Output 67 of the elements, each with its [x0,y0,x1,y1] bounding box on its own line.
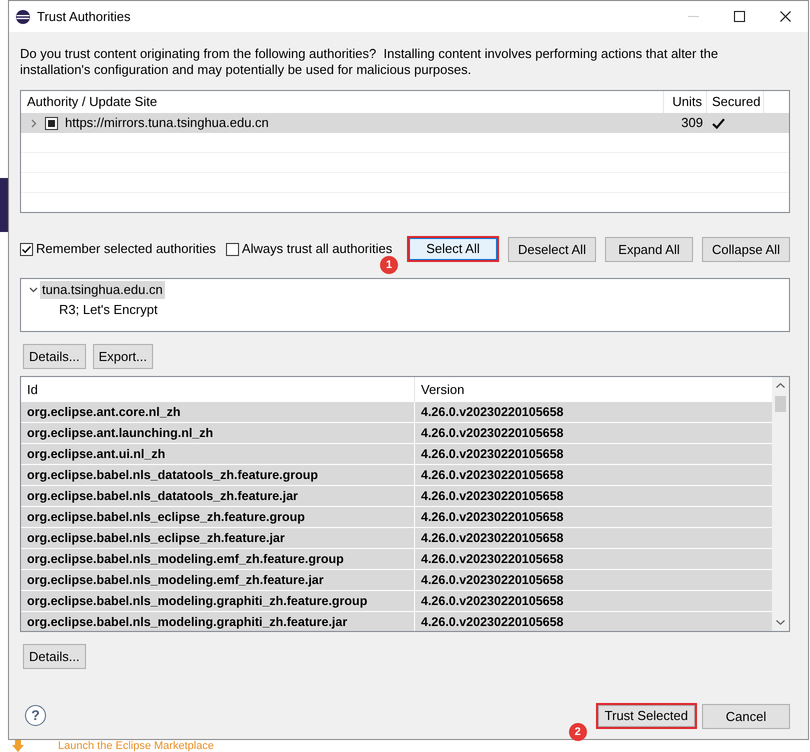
table-cell: org.eclipse.babel.nls_modeling.graphiti_zh.feature.group [21,591,415,611]
table-cell: org.eclipse.ant.launching.nl_zh [21,423,415,443]
checkbox[interactable] [45,116,58,130]
units-count: 309 [680,115,704,131]
table-cell-text: 4.26.0.v20230220105658 [420,467,565,484]
table-cell: org.eclipse.ant.core.nl_zh [21,402,415,422]
maximize-icon[interactable] [734,11,744,22]
table-cell-text: 4.26.0.v20230220105658 [420,425,565,442]
app-logo-icon [16,10,30,24]
scrollbar[interactable] [772,377,789,631]
chevron-down-icon[interactable] [28,287,38,293]
table-row[interactable]: org.eclipse.babel.nls_eclipse_zh.feature.jar 4.26.0.v20230220105658 [21,528,772,549]
table-cell: org.eclipse.babel.nls_modeling.emf_zh.feature.group [21,549,415,569]
table-row[interactable]: org.eclipse.ant.ui.nl_zh 4.26.0.v20230220105658 [21,444,772,465]
push-button[interactable]: Deselect All [508,236,596,262]
table-row[interactable]: org.eclipse.babel.nls_modeling.emf_zh.feature.jar 4.26.0.v20230220105658 [21,570,772,591]
help-button[interactable]: ? [25,704,46,726]
push-button[interactable]: Cancel [702,704,790,728]
site-url: https://mirrors.tuna.tsinghua.edu.cn [65,115,269,131]
table-cell: org.eclipse.ant.ui.nl_zh [21,444,415,464]
table-row[interactable]: org.eclipse.ant.core.nl_zh 4.26.0.v20230220105658 [21,402,772,423]
table-cell-text: 4.26.0.v20230220105658 [420,530,565,547]
table-row[interactable]: https://mirrors.tuna.tsinghua.edu.cn 309 [21,113,789,133]
table-cell-text: 4.26.0.v20230220105658 [420,509,565,526]
push-button[interactable]: Details... [23,644,86,669]
close-icon[interactable] [780,11,790,22]
arrow-icon [12,740,24,752]
scrollbar-thumb[interactable] [775,396,786,412]
table-row[interactable]: org.eclipse.babel.nls_datatools_zh.feature.jar 4.26.0.v20230220105658 [21,486,772,507]
table-cell-text: 4.26.0.v20230220105658 [420,614,565,631]
checkbox-label[interactable]: Remember selected authorities [36,241,216,257]
push-button[interactable]: Trust Selected [598,705,695,727]
table-row[interactable]: org.eclipse.babel.nls_modeling.emf_zh.feature.group 4.26.0.v20230220105658 [21,549,772,570]
table-row[interactable]: org.eclipse.babel.nls_modeling.graphiti_zh.feature.group 4.26.0.v20230220105658 [21,591,772,612]
step-number-badge: 2 [568,723,587,741]
step-number-badge: 1 [380,256,398,274]
background-banner [0,178,8,232]
table-cell: org.eclipse.babel.nls_modeling.graphiti_zh.feature.jar [21,612,415,631]
table-cell-text: 4.26.0.v20230220105658 [420,488,565,505]
table-cell: org.eclipse.babel.nls_modeling.emf_zh.feature.jar [21,570,415,590]
table-cell-text: 4.26.0.v20230220105658 [420,446,565,463]
table-cell: org.eclipse.babel.nls_datatools_zh.feature.jar [21,486,415,506]
table-cell-text: 4.26.0.v20230220105658 [420,572,565,589]
push-button[interactable]: Details... [23,344,86,369]
tree-item[interactable]: tuna.tsinghua.edu.cn [40,281,165,299]
table-row[interactable]: org.eclipse.babel.nls_datatools_zh.feature.group 4.26.0.v20230220105658 [21,465,772,486]
table-row[interactable]: org.eclipse.babel.nls_modeling.graphiti_zh.feature.jar 4.26.0.v20230220105658 [21,612,772,631]
window-title: Trust Authorities [37,8,130,24]
table-cell: org.eclipse.babel.nls_eclipse_zh.feature.group [21,507,415,527]
table-cell: org.eclipse.babel.nls_eclipse_zh.feature.jar [21,528,415,548]
dialog-message: Do you trust content originating from the following authorities? Installing content involves performing actions that alter the installation's configuration and may potentially be used for malicious purposes. [20,46,720,78]
column-header[interactable]: Version [415,377,772,402]
table-row[interactable]: org.eclipse.ant.launching.nl_zh 4.26.0.v20230220105658 [21,423,772,444]
push-button[interactable]: Export... [92,344,153,369]
push-button[interactable]: Collapse All [702,236,790,262]
table-cell-text: 4.26.0.v20230220105658 [420,593,565,610]
table-cell: org.eclipse.babel.nls_datatools_zh.feature.group [21,465,415,485]
table-row[interactable]: org.eclipse.babel.nls_eclipse_zh.feature.group 4.26.0.v20230220105658 [21,507,772,528]
checkbox[interactable] [20,242,33,256]
checkbox-label[interactable]: Always trust all authorities [242,241,392,257]
push-button[interactable]: Expand All [605,236,693,262]
table-cell-text: 4.26.0.v20230220105658 [420,404,565,421]
table-cell-text: 4.26.0.v20230220105658 [420,551,565,568]
push-button[interactable]: Select All [409,238,497,260]
checkbox[interactable] [226,242,239,256]
tree-item[interactable]: R3; Let's Encrypt [57,301,160,319]
chevron-right-icon[interactable] [30,118,36,128]
